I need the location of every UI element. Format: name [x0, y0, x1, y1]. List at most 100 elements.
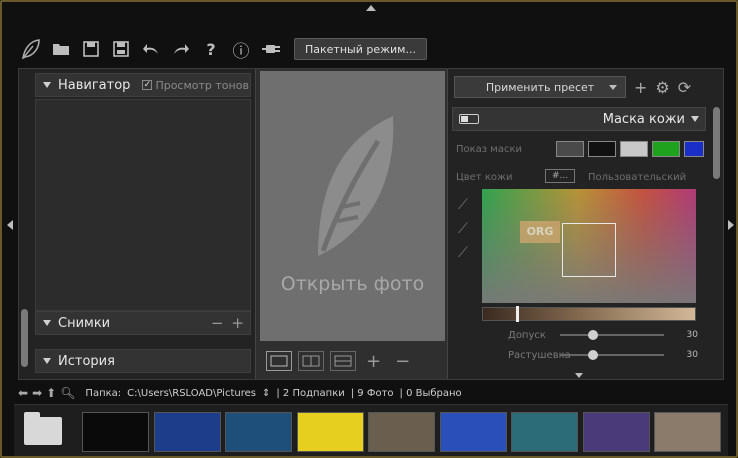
feather-slider-row: Растушевка 30	[508, 348, 698, 362]
leaf-watermark-icon	[318, 116, 394, 256]
path-dropdown-icon[interactable]: ⇕	[262, 388, 270, 399]
save-icon[interactable]	[76, 34, 106, 64]
folder-path[interactable]: C:\Users\RSLOAD\Pictures	[127, 388, 256, 399]
mask-swatch-black[interactable]	[588, 141, 616, 157]
custom-color-label: Пользовательский	[588, 172, 687, 183]
single-view-button[interactable]	[266, 351, 292, 371]
left-scrollbar[interactable]	[21, 309, 28, 367]
app-window: ? ⓘ Пакетный режим... Навигатор ✓ Просмо…	[0, 0, 738, 458]
path-bar: ⬅ ➡ ⬆ 🔍︎ Папка: C:\Users\RSLOAD\Pictures…	[18, 384, 724, 402]
forward-arrow-icon[interactable]: ➡	[32, 386, 42, 400]
plugin-icon[interactable]	[256, 34, 286, 64]
apply-preset-dropdown[interactable]: Применить пресет	[454, 76, 626, 98]
help-label: ?	[206, 39, 216, 59]
feather-knob[interactable]	[588, 350, 599, 360]
refresh-icon[interactable]: ⟳	[678, 78, 691, 97]
zoom-in-button[interactable]: +	[366, 351, 381, 372]
up-arrow-icon[interactable]: ⬆	[46, 386, 56, 400]
navigator-title: Навигатор	[58, 77, 131, 93]
info-label: ⓘ	[232, 41, 250, 62]
collapse-left-arrow-icon[interactable]	[7, 220, 13, 230]
tolerance-label: Допуск	[508, 329, 546, 341]
blue-figure-thumb[interactable]	[153, 412, 221, 452]
filmstrip	[14, 404, 728, 456]
pacman-thumb[interactable]	[82, 412, 149, 452]
mask-swatch-gray[interactable]	[556, 141, 584, 157]
original-color-swatch: ORG	[520, 221, 560, 243]
folder-icon[interactable]	[24, 412, 62, 445]
zoom-out-button[interactable]: −	[395, 351, 410, 372]
feather-track[interactable]	[560, 350, 664, 360]
mask-color-label: Показ маски	[456, 144, 523, 155]
tolerance-knob[interactable]	[588, 330, 599, 340]
help-icon[interactable]: ?	[196, 34, 226, 64]
checkmark-icon: ✓	[142, 80, 153, 90]
expand-snapshots-icon[interactable]	[43, 320, 51, 326]
eyedropper-add-icon[interactable]: ⟋	[458, 221, 468, 237]
folder-label: Папка:	[85, 387, 122, 399]
snapshots-header[interactable]: Снимки − +	[35, 311, 251, 335]
toolbar: ? ⓘ Пакетный режим...	[16, 32, 427, 66]
mask-swatch-green[interactable]	[652, 141, 680, 157]
center-panel: Открыть фото + −	[255, 69, 448, 379]
skin-mask-header[interactable]: Маска кожи	[452, 107, 706, 131]
eyedropper-remove-icon[interactable]: ⟋	[458, 245, 468, 261]
gear-icon[interactable]: ⚙	[655, 78, 669, 97]
open-folder-icon[interactable]	[46, 34, 76, 64]
tolerance-slider-row: Допуск 30	[508, 328, 698, 342]
apply-preset-label: Применить пресет	[485, 80, 595, 94]
space-thumb[interactable]	[582, 412, 650, 452]
batch-mode-button[interactable]: Пакетный режим...	[294, 38, 427, 60]
collapse-top-arrow-icon[interactable]	[366, 5, 376, 11]
split-vertical-view-button[interactable]	[298, 351, 324, 371]
subfolders-count: | 2 Подпапки	[276, 387, 345, 399]
right-scrollbar[interactable]	[713, 107, 720, 179]
skin-mask-title: Маска кожи	[602, 111, 685, 127]
save-as-icon[interactable]	[106, 34, 136, 64]
tone-marker[interactable]	[516, 306, 519, 322]
yellow-thumb[interactable]	[296, 412, 364, 452]
feather-value: 30	[686, 350, 698, 360]
history-header[interactable]: История	[35, 349, 251, 373]
navigator-preview	[35, 99, 251, 311]
workspace: Навигатор ✓ Просмотр тонов Снимки − + Ис…	[18, 68, 724, 380]
search-icon[interactable]: 🔍︎	[60, 386, 75, 400]
preview-tones-checkbox[interactable]: ✓ Просмотр тонов	[142, 79, 249, 92]
left-panel: Навигатор ✓ Просмотр тонов Снимки − + Ис…	[19, 69, 255, 379]
skin-color-label: Цвет кожи	[456, 172, 513, 183]
skin-mask-toggle[interactable]	[459, 114, 479, 124]
leaf-logo-icon[interactable]	[16, 34, 46, 64]
info-icon[interactable]: ⓘ	[226, 34, 256, 64]
tolerance-track[interactable]	[560, 330, 664, 340]
add-snapshot-button[interactable]: +	[231, 314, 244, 332]
blue-light-thumb[interactable]	[225, 412, 292, 452]
preset-bar: Применить пресет + ⚙ ⟳	[454, 75, 718, 99]
expand-skin-mask-icon[interactable]	[691, 116, 699, 122]
skin-color-picker[interactable]: ORG	[482, 189, 696, 303]
mask-swatch-white[interactable]	[620, 141, 648, 157]
remove-snapshot-button[interactable]: −	[211, 314, 224, 332]
hex-input[interactable]: #...	[545, 169, 575, 183]
city-thumb[interactable]	[654, 412, 721, 452]
undo-icon[interactable]	[136, 34, 166, 64]
add-preset-button[interactable]: +	[634, 78, 647, 97]
navigator-header[interactable]: Навигатор ✓ Просмотр тонов	[35, 73, 251, 97]
preview-tones-label: Просмотр тонов	[155, 78, 249, 92]
expand-navigator-icon[interactable]	[43, 82, 51, 88]
collapse-right-arrow-icon[interactable]	[728, 220, 734, 230]
mario-thumb[interactable]	[439, 412, 507, 452]
teal-thumb[interactable]	[511, 412, 578, 452]
photos-count: | 9 Фото	[350, 387, 394, 399]
collapse-bottom-arrow-icon[interactable]	[575, 373, 583, 378]
picker-selection-box[interactable]	[562, 223, 616, 277]
tone-strip[interactable]	[482, 307, 696, 321]
back-arrow-icon[interactable]: ⬅	[18, 386, 28, 400]
split-horizontal-view-button[interactable]	[330, 351, 356, 371]
redo-icon[interactable]	[166, 34, 196, 64]
open-photo-area[interactable]: Открыть фото	[260, 71, 445, 341]
mask-swatch-blue[interactable]	[684, 141, 704, 157]
landscape-thumb[interactable]	[368, 412, 435, 452]
expand-history-icon[interactable]	[43, 358, 51, 364]
eyedropper-icon[interactable]: ⟋	[458, 197, 468, 213]
open-photo-label: Открыть фото	[280, 273, 425, 295]
